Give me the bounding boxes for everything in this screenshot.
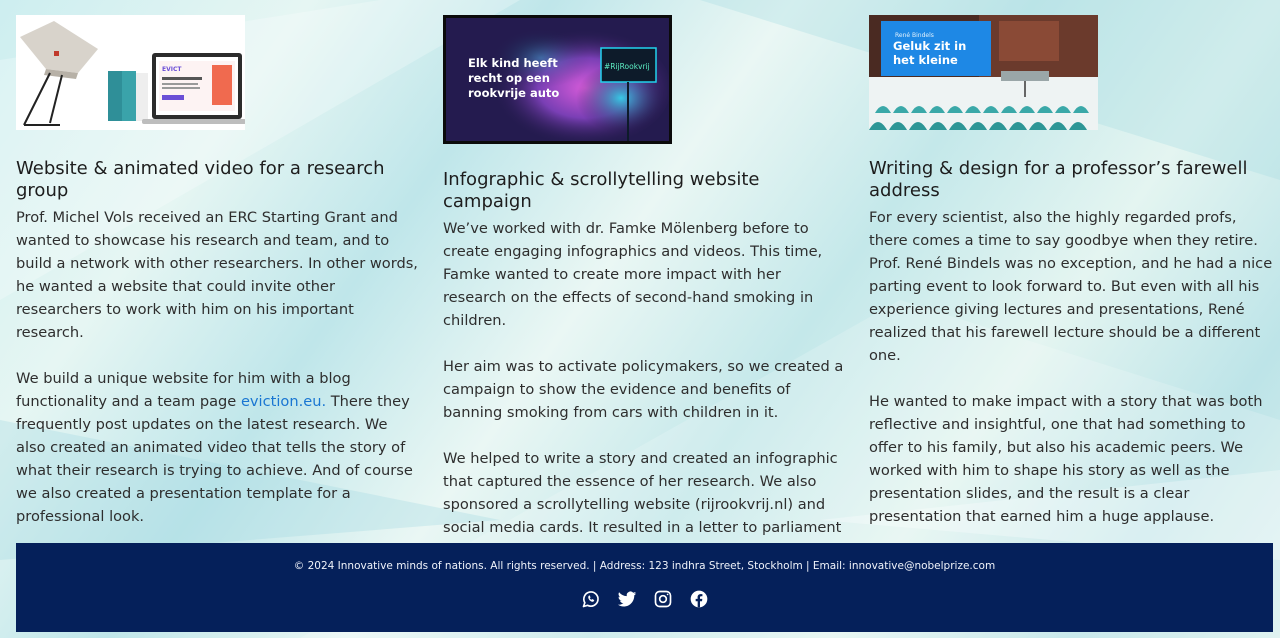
project-thumbnail-farewell-address[interactable]: René Bindels Geluk zit in het kleine xyxy=(869,15,1098,130)
project-description: Her aim was to activate policymakers, so… xyxy=(443,358,844,421)
smoke-campaign-illustration: #RijRookvrij Elk kind heeft recht op een… xyxy=(446,18,669,141)
project-card-farewell-address: René Bindels Geluk zit in het kleine Wri… xyxy=(869,15,1274,551)
thumb2-headline: Elk kind heeft recht op een rookvrije au… xyxy=(468,56,560,100)
project-description: Prof. Michel Vols received an ERC Starti… xyxy=(16,209,418,341)
eviction-link[interactable]: eviction.eu. xyxy=(241,393,326,410)
project-title: Writing & design for a professor’s farew… xyxy=(869,158,1248,201)
site-footer: © 2024 Innovative minds of nations. All … xyxy=(16,543,1273,632)
lecture-hall-illustration: René Bindels Geluk zit in het kleine xyxy=(869,15,1098,130)
facebook-icon[interactable] xyxy=(689,589,709,609)
project-description: He wanted to make impact with a story th… xyxy=(869,393,1263,525)
lamp-laptop-illustration: EVICT xyxy=(16,15,245,130)
social-links xyxy=(16,589,1273,609)
project-description: We build a unique website for him with a… xyxy=(16,367,421,528)
instagram-icon[interactable] xyxy=(653,589,673,609)
thumb2-hashtag: #RijRookvrij xyxy=(604,62,650,71)
thumb1-brand-text: EVICT xyxy=(162,66,182,73)
twitter-icon[interactable] xyxy=(617,589,637,609)
thumb3-headline: Geluk zit in het kleine xyxy=(893,39,967,67)
paragraph-text: There they frequently post updates on th… xyxy=(16,393,413,525)
project-title: Website & animated video for a research … xyxy=(16,158,385,201)
thumb3-name: René Bindels xyxy=(895,32,934,39)
footer-copyright: © 2024 Innovative minds of nations. All … xyxy=(293,560,996,572)
project-card-research-group: EVICT Website & animated video for a res… xyxy=(16,15,421,551)
project-card-smoking-campaign: #RijRookvrij Elk kind heeft recht op een… xyxy=(443,15,848,585)
project-thumbnail-smoking-campaign[interactable]: #RijRookvrij Elk kind heeft recht op een… xyxy=(443,15,672,144)
project-description: For every scientist, also the highly reg… xyxy=(869,209,1273,364)
project-title: Infographic & scrollytelling website cam… xyxy=(443,169,760,212)
whatsapp-icon[interactable] xyxy=(581,589,601,609)
project-description: We’ve worked with dr. Famke Mölenberg be… xyxy=(443,220,823,329)
project-thumbnail-research-group[interactable]: EVICT xyxy=(16,15,245,130)
